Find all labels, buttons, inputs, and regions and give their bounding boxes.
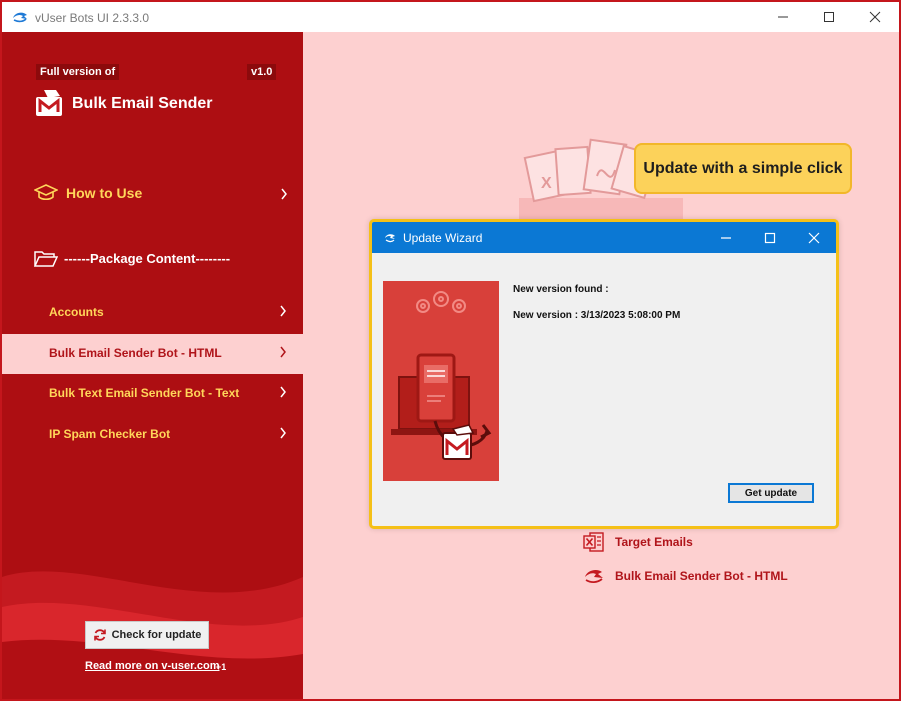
plus-one-badge: +1 bbox=[216, 662, 227, 672]
check-for-update-button[interactable]: Check for update bbox=[85, 621, 209, 649]
sidebar-item-bulk-email-html[interactable]: Bulk Email Sender Bot - HTML bbox=[2, 334, 303, 374]
bulk-email-logo-icon bbox=[36, 90, 62, 116]
chevron-right-icon bbox=[280, 346, 286, 358]
maximize-icon bbox=[824, 12, 834, 22]
update-callout: Update with a simple click bbox=[634, 143, 852, 194]
full-version-badge: Full version of bbox=[36, 64, 120, 80]
sidebar-item-ip-spam-checker[interactable]: IP Spam Checker Bot bbox=[2, 415, 303, 455]
file-item-label: Bulk Email Sender Bot - HTML bbox=[615, 569, 788, 583]
app-name: Bulk Email Sender bbox=[72, 95, 213, 112]
refresh-icon bbox=[93, 629, 106, 641]
wizard-title: Update Wizard bbox=[403, 231, 483, 245]
minimize-icon bbox=[778, 16, 788, 18]
update-wizard-dialog: Update Wizard New version found: New ve… bbox=[369, 219, 839, 529]
wizard-close-button[interactable] bbox=[792, 222, 836, 253]
close-icon bbox=[808, 232, 820, 243]
excel-icon bbox=[583, 532, 604, 552]
sidebar-item-label: Bulk Text Email Sender Bot - Text bbox=[49, 386, 240, 400]
check-for-update-label: Check for update bbox=[111, 629, 202, 641]
version-badge: v1.0 bbox=[247, 64, 277, 80]
sidebar-item-accounts[interactable]: Accounts bbox=[2, 293, 303, 333]
maximize-button[interactable] bbox=[806, 2, 852, 32]
wizard-app-icon bbox=[385, 234, 395, 243]
sidebar-item-label: Accounts bbox=[49, 305, 104, 319]
sidebar-item-label: Bulk Email Sender Bot - HTML bbox=[49, 346, 222, 360]
package-content-header: ------Package Content-------- bbox=[34, 248, 303, 272]
wizard-title-bar[interactable]: Update Wizard bbox=[372, 222, 836, 253]
bot-icon bbox=[585, 569, 603, 584]
chevron-right-icon bbox=[280, 427, 286, 439]
chevron-right-icon bbox=[280, 386, 286, 398]
window-title: vUser Bots UI 2.3.3.0 bbox=[35, 11, 150, 25]
new-version-found-label: New version found : bbox=[513, 284, 609, 295]
file-item-label: Target Emails bbox=[615, 535, 693, 549]
minimize-icon bbox=[721, 236, 731, 239]
close-icon bbox=[869, 11, 881, 23]
how-to-use-label: How to Use bbox=[66, 185, 143, 201]
wizard-minimize-button[interactable] bbox=[704, 222, 748, 253]
sidebar-item-bulk-text-email[interactable]: Bulk Text Email Sender Bot - Text bbox=[2, 374, 303, 414]
chevron-right-icon bbox=[281, 188, 287, 200]
app-logo-icon bbox=[13, 12, 27, 23]
title-bar[interactable]: vUser Bots UI 2.3.3.0 bbox=[2, 2, 899, 32]
maximize-icon bbox=[764, 232, 776, 243]
app-window: vUser Bots UI 2.3.3.0 Full version of v1… bbox=[0, 0, 901, 701]
sidebar-item-label: IP Spam Checker Bot bbox=[49, 427, 171, 441]
nav-how-to-use[interactable]: How to Use bbox=[34, 182, 303, 206]
package-content-label: ------Package Content-------- bbox=[64, 251, 231, 266]
update-illustration bbox=[383, 281, 499, 481]
svg-text:X: X bbox=[541, 175, 552, 192]
wizard-maximize-button[interactable] bbox=[748, 222, 792, 253]
sidebar: Full version of v1.0 Bulk Email Sender H… bbox=[2, 32, 303, 699]
read-more-link[interactable]: Read more on v-user.com bbox=[85, 660, 220, 672]
minimize-button[interactable] bbox=[760, 2, 806, 32]
graduation-cap-icon bbox=[34, 184, 58, 201]
laptop-email-illustration bbox=[391, 291, 492, 460]
file-item-bulk-email-bot[interactable]: Bulk Email Sender Bot - HTML bbox=[583, 566, 843, 586]
close-button[interactable] bbox=[852, 2, 898, 32]
file-item-target-emails[interactable]: Target Emails bbox=[583, 532, 843, 552]
folder-open-icon bbox=[34, 251, 58, 267]
get-update-button[interactable]: Get update bbox=[728, 483, 814, 503]
chevron-right-icon bbox=[280, 305, 286, 317]
new-version-value: New version : 3/13/2023 5:08:00 PM bbox=[513, 310, 681, 321]
